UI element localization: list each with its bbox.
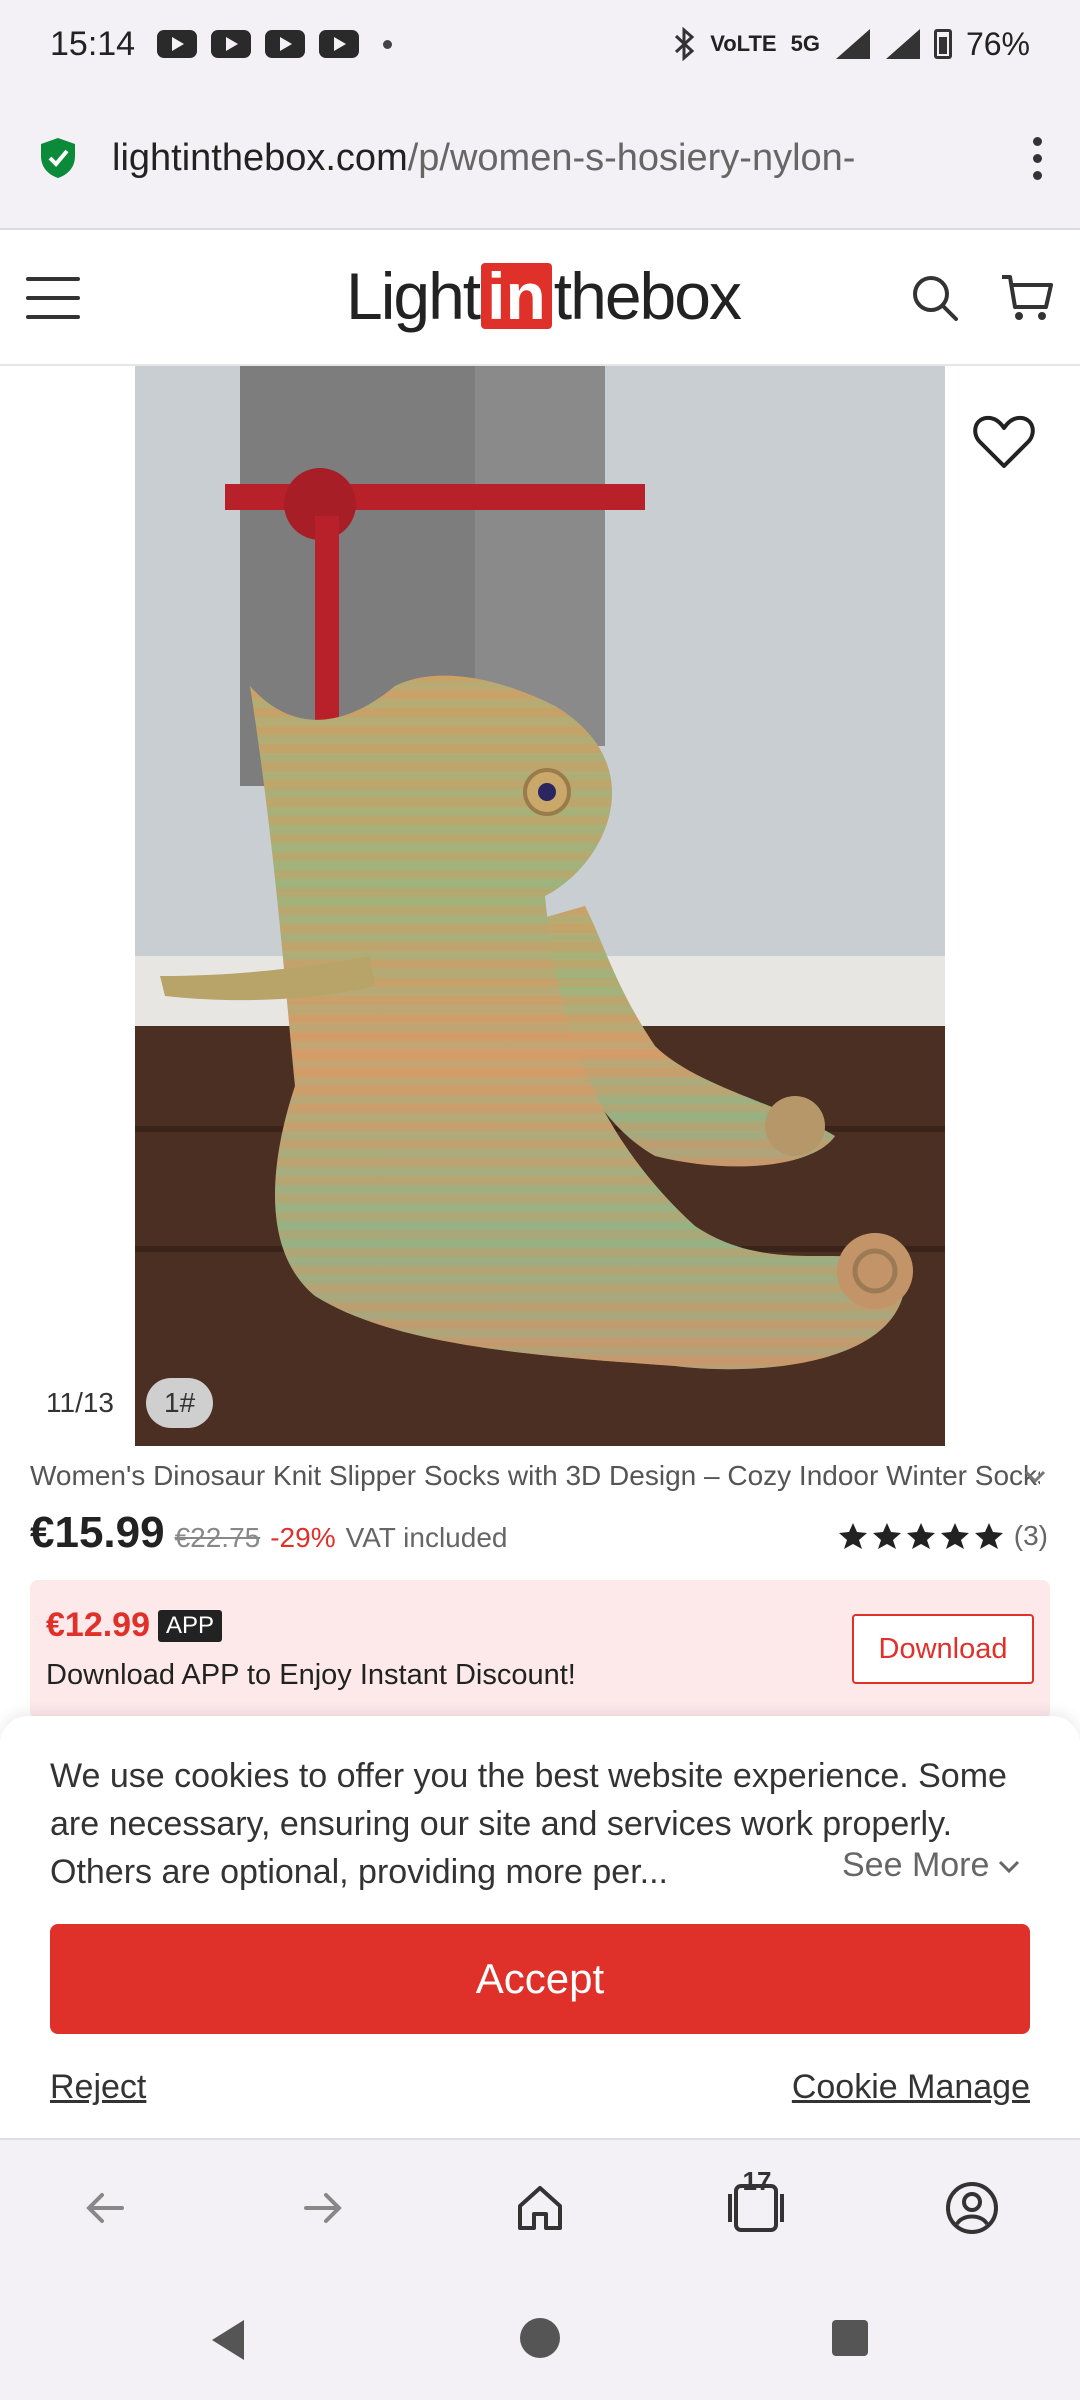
system-back-icon[interactable] [206, 2316, 250, 2364]
see-more-label: See More [842, 1846, 990, 1884]
url-path: /p/women-s-hosiery-nylon- [407, 136, 856, 179]
account-icon[interactable] [942, 2178, 1002, 2238]
url-host: lightinthebox.com [112, 136, 408, 179]
search-icon[interactable] [910, 273, 960, 323]
app-badge: APP [158, 1609, 223, 1642]
youtube-icon [265, 30, 306, 58]
chevron-down-icon [999, 1860, 1020, 1873]
system-recents-icon[interactable] [830, 2318, 870, 2358]
status-bar: 15:14 VoLTE 5G 76% [0, 0, 1080, 88]
see-more-link[interactable]: See More [842, 1846, 1023, 1885]
cart-icon[interactable] [1000, 273, 1054, 323]
home-icon[interactable] [510, 2178, 570, 2238]
vat-note: VAT included [345, 1522, 508, 1553]
star-icon [872, 1523, 901, 1549]
site-logo[interactable]: Light in thebox [346, 258, 742, 334]
product-rating[interactable]: (3) [838, 1520, 1048, 1552]
status-time: 15:14 [50, 24, 136, 63]
product-photo [135, 366, 945, 1446]
forward-arrow-icon[interactable] [292, 2178, 352, 2238]
chevron-down-icon[interactable] [1020, 1462, 1050, 1492]
battery-icon [933, 29, 952, 59]
app-promo-banner: €12.99 APP Download APP to Enjoy Instant… [30, 1580, 1050, 1720]
current-price: €15.99 [30, 1508, 165, 1557]
browser-url-bar[interactable]: lightinthebox.com/p/women-s-hosiery-nylo… [0, 88, 1080, 230]
signal-icon-2 [884, 29, 920, 59]
wishlist-heart-icon[interactable] [972, 410, 1036, 474]
battery-percent: 76% [965, 25, 1030, 62]
star-icon [838, 1523, 867, 1549]
browser-menu-icon[interactable] [1030, 136, 1044, 180]
menu-icon[interactable] [26, 277, 80, 319]
network-label: 5G [790, 31, 820, 56]
signal-icon [834, 29, 870, 59]
secure-shield-icon [41, 138, 75, 178]
product-image[interactable] [135, 366, 945, 1446]
original-price: €22.75 [174, 1522, 261, 1553]
logo-thebox: thebox [553, 259, 742, 333]
tab-count: 17 [742, 2166, 772, 2196]
price-row: €15.99 €22.75 -29% VAT included [30, 1508, 507, 1558]
logo-light: Light [346, 259, 481, 333]
star-icon [940, 1523, 969, 1549]
system-nav-bar [0, 2276, 1080, 2400]
youtube-icon [157, 30, 198, 58]
back-arrow-icon[interactable] [76, 2178, 136, 2238]
youtube-icon [319, 30, 360, 58]
reject-cookies-link[interactable]: Reject [50, 2068, 146, 2107]
logo-in: in [481, 263, 552, 329]
app-price: €12.99 [46, 1606, 150, 1644]
rating-count: (3) [1013, 1520, 1048, 1551]
bluetooth-icon [675, 27, 695, 61]
more-notifications-dot [383, 39, 393, 49]
cookie-manage-link[interactable]: Cookie Manage [792, 2068, 1030, 2107]
cookie-consent-sheet: We use cookies to offer you the best web… [0, 1716, 1080, 2138]
system-indicators: VoLTE 5G 76% [672, 26, 1030, 63]
accept-cookies-button[interactable]: Accept [50, 1924, 1030, 2034]
browser-bottom-nav [0, 2138, 1080, 2276]
notification-icons [157, 30, 360, 58]
download-app-button[interactable]: Download [852, 1614, 1034, 1684]
star-icon [906, 1523, 935, 1549]
image-counter: 11/13 [30, 1378, 130, 1428]
image-variant-tag[interactable]: 1# [146, 1378, 214, 1428]
product-title: Women's Dinosaur Knit Slipper Socks with… [30, 1460, 1040, 1491]
discount-percent: -29% [270, 1522, 336, 1553]
youtube-icon [211, 30, 252, 58]
url-text[interactable]: lightinthebox.com/p/women-s-hosiery-nylo… [112, 137, 972, 180]
site-header: Light in thebox [0, 232, 1080, 366]
system-home-icon[interactable] [518, 2316, 562, 2360]
volte-label: VoLTE [710, 31, 777, 56]
star-icon [974, 1523, 1003, 1549]
